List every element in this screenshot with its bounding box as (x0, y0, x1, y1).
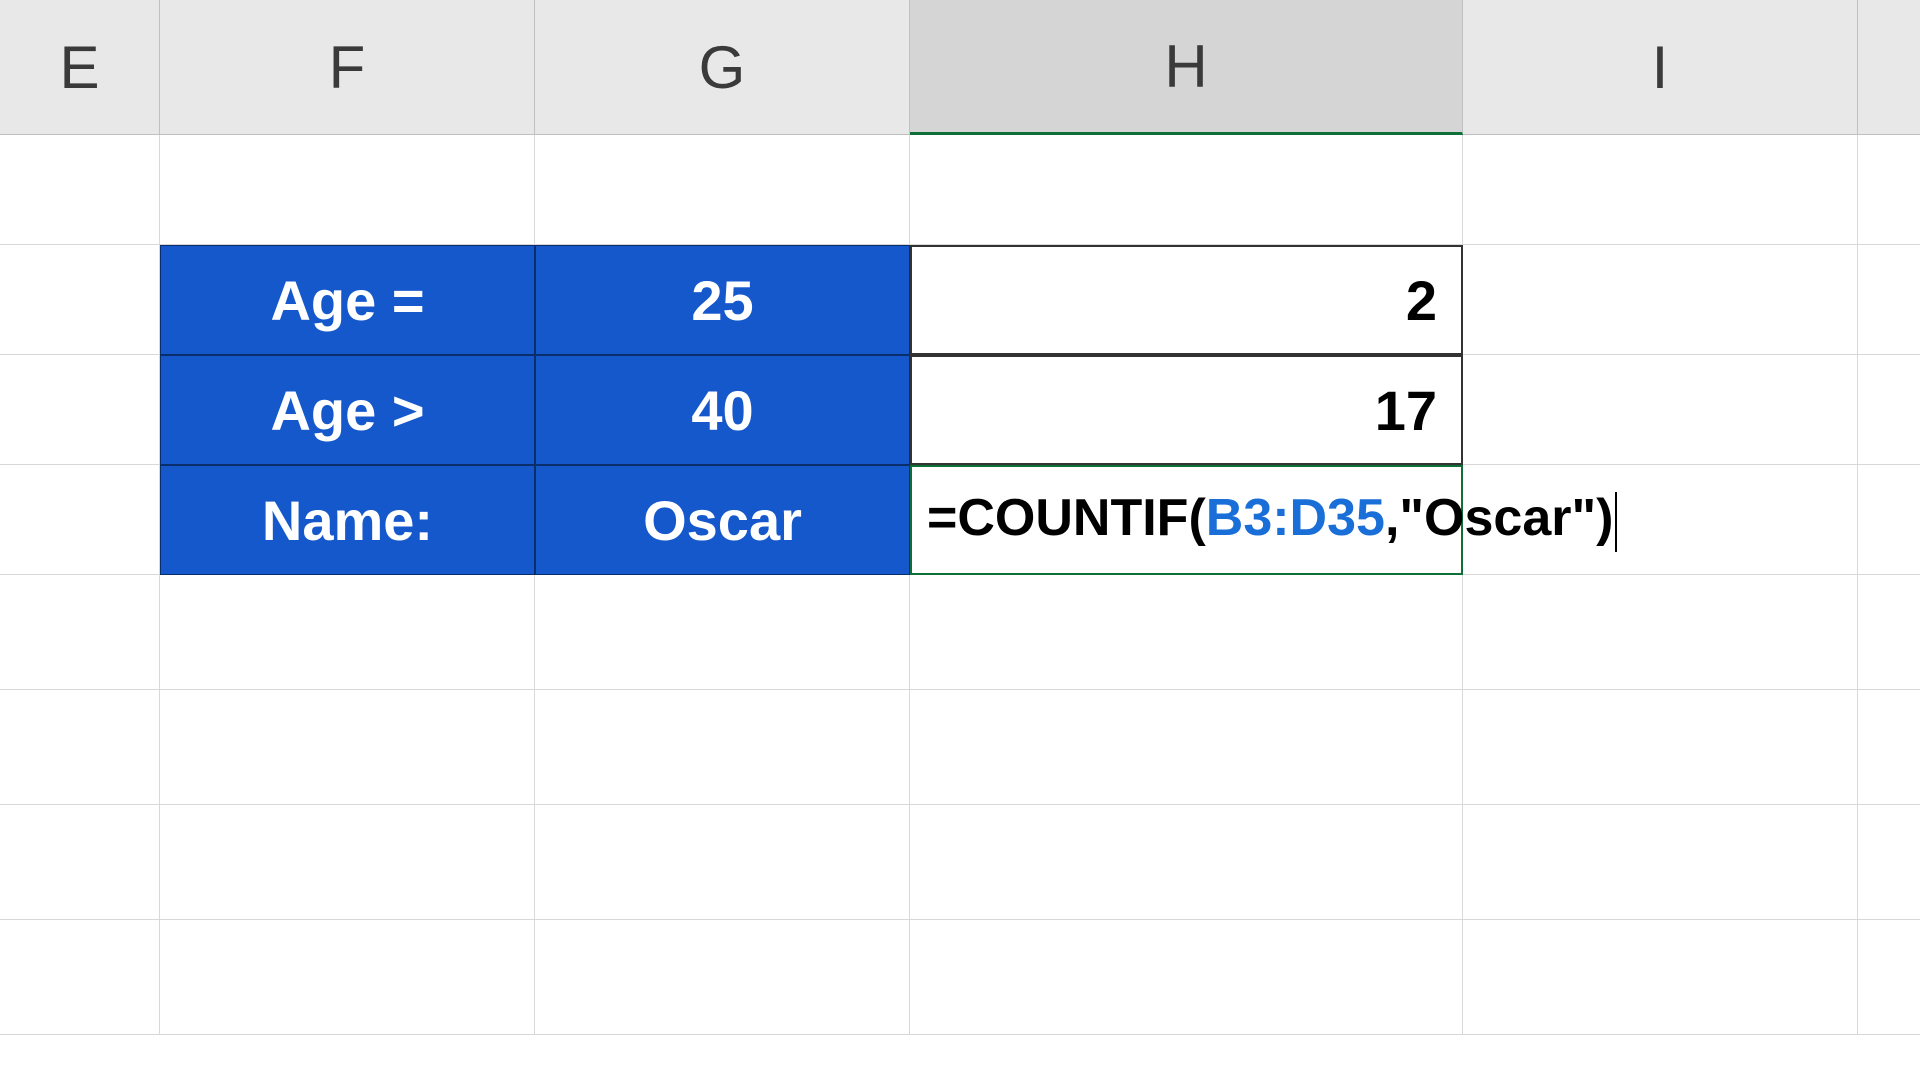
cell-I6[interactable] (1463, 690, 1858, 805)
cell-overflow-1[interactable] (1858, 135, 1920, 245)
cell-overflow-8[interactable] (1858, 920, 1920, 1035)
cell-I2[interactable] (1463, 245, 1858, 355)
cell-F6[interactable] (160, 690, 535, 805)
cell-G3-value[interactable]: 40 (535, 355, 910, 465)
cell-E5[interactable] (0, 575, 160, 690)
cell-I5[interactable] (1463, 575, 1858, 690)
cell-E1[interactable] (0, 135, 160, 245)
column-header-G[interactable]: G (535, 0, 910, 135)
cell-G2-value[interactable]: 25 (535, 245, 910, 355)
cell-E3[interactable] (0, 355, 160, 465)
cell-H3-result[interactable]: 17 (910, 355, 1463, 465)
cell-G5[interactable] (535, 575, 910, 690)
cell-H8[interactable] (910, 920, 1463, 1035)
formula-suffix: ,"Oscar") (1385, 489, 1614, 547)
spreadsheet-grid: E F G H I Age = 25 2 Age > 40 17 Name: O… (0, 0, 1920, 1035)
cell-overflow-3[interactable] (1858, 355, 1920, 465)
cell-G8[interactable] (535, 920, 910, 1035)
column-header-H[interactable]: H (910, 0, 1463, 135)
cell-I8[interactable] (1463, 920, 1858, 1035)
cell-overflow-4[interactable] (1858, 465, 1920, 575)
cell-E8[interactable] (0, 920, 160, 1035)
cell-overflow-5[interactable] (1858, 575, 1920, 690)
cell-I3[interactable] (1463, 355, 1858, 465)
formula-text: =COUNTIF(B3:D35,"Oscar") (927, 488, 1617, 551)
column-header-F[interactable]: F (160, 0, 535, 135)
cell-E6[interactable] (0, 690, 160, 805)
column-header-I[interactable]: I (1463, 0, 1858, 135)
cell-overflow-2[interactable] (1858, 245, 1920, 355)
cell-G6[interactable] (535, 690, 910, 805)
cell-I7[interactable] (1463, 805, 1858, 920)
formula-range-ref: B3:D35 (1206, 489, 1385, 547)
cell-F5[interactable] (160, 575, 535, 690)
text-cursor (1615, 492, 1617, 552)
cell-G7[interactable] (535, 805, 910, 920)
cell-H7[interactable] (910, 805, 1463, 920)
cell-F4-label[interactable]: Name: (160, 465, 535, 575)
cell-E7[interactable] (0, 805, 160, 920)
cell-overflow-7[interactable] (1858, 805, 1920, 920)
cell-H4-formula-editing[interactable]: =COUNTIF(B3:D35,"Oscar") (910, 465, 1463, 575)
cell-F2-label[interactable]: Age = (160, 245, 535, 355)
cell-overflow-6[interactable] (1858, 690, 1920, 805)
formula-prefix: =COUNTIF( (927, 489, 1206, 547)
cell-G1[interactable] (535, 135, 910, 245)
cell-E4[interactable] (0, 465, 160, 575)
cell-I1[interactable] (1463, 135, 1858, 245)
cell-F8[interactable] (160, 920, 535, 1035)
cell-H2-result[interactable]: 2 (910, 245, 1463, 355)
cell-H1[interactable] (910, 135, 1463, 245)
cell-F1[interactable] (160, 135, 535, 245)
column-header-E[interactable]: E (0, 0, 160, 135)
cell-H6[interactable] (910, 690, 1463, 805)
cell-F3-label[interactable]: Age > (160, 355, 535, 465)
column-header-overflow[interactable] (1858, 0, 1920, 135)
cell-F7[interactable] (160, 805, 535, 920)
cell-H5[interactable] (910, 575, 1463, 690)
cell-E2[interactable] (0, 245, 160, 355)
cell-G4-value[interactable]: Oscar (535, 465, 910, 575)
